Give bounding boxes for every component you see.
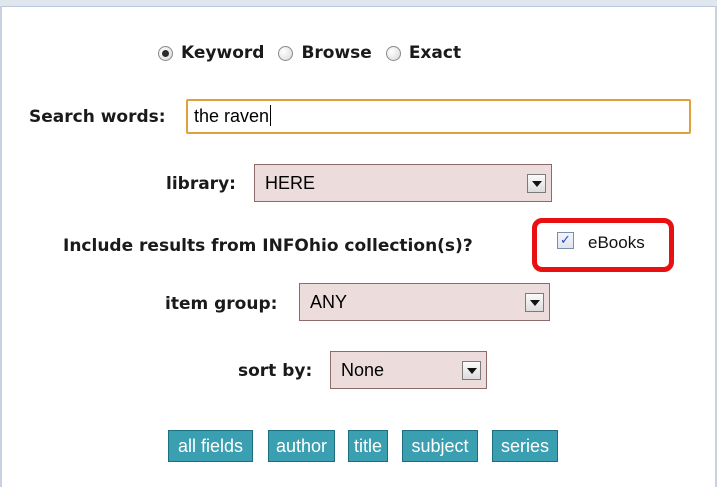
ebooks-checkbox[interactable]: ✓ <box>557 232 574 249</box>
all-fields-button[interactable]: all fields <box>168 430 253 462</box>
library-select[interactable]: HERE <box>254 164 552 202</box>
ebooks-checkbox-label[interactable]: eBooks <box>588 233 645 253</box>
series-button[interactable]: series <box>492 430 558 462</box>
page-top-border <box>0 0 717 7</box>
item-group-select[interactable]: ANY <box>299 283 550 321</box>
library-select-value: HERE <box>265 173 316 193</box>
library-label: library: <box>166 174 236 194</box>
search-type-group: Keyword Browse Exact <box>158 40 475 66</box>
page-left-border <box>0 6 2 487</box>
checkmark-icon: ✓ <box>560 233 571 248</box>
keyword-radio-label[interactable]: Keyword <box>181 43 264 63</box>
exact-radio-label[interactable]: Exact <box>409 43 461 63</box>
sort-by-select[interactable]: None <box>330 351 487 389</box>
chevron-down-icon[interactable] <box>462 361 481 380</box>
sort-by-select-value: None <box>341 360 385 380</box>
browse-radio-label[interactable]: Browse <box>301 43 371 63</box>
exact-radio[interactable] <box>385 45 401 61</box>
radio-selected-dot <box>162 49 169 57</box>
author-button[interactable]: author <box>268 430 335 462</box>
keyword-radio[interactable] <box>158 45 173 61</box>
search-words-value: the raven <box>194 106 270 126</box>
infohio-label: Include results from INFOhio collection(… <box>63 236 473 256</box>
text-caret <box>270 105 272 126</box>
subject-button[interactable]: subject <box>402 430 478 462</box>
item-group-select-value: ANY <box>310 292 348 312</box>
search-words-input[interactable]: the raven <box>186 99 691 134</box>
sort-by-label: sort by: <box>238 361 313 381</box>
chevron-down-icon[interactable] <box>527 174 546 193</box>
search-words-label: Search words: <box>29 107 166 127</box>
item-group-label: item group: <box>165 294 278 314</box>
chevron-down-icon[interactable] <box>525 293 544 312</box>
title-button[interactable]: title <box>348 430 388 462</box>
browse-radio[interactable] <box>278 45 294 61</box>
